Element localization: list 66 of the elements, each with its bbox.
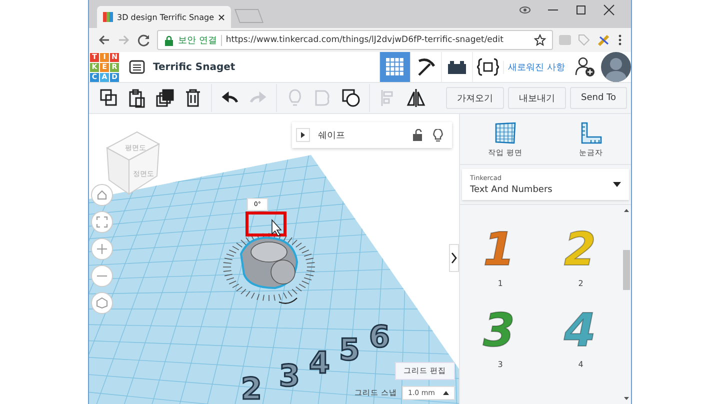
workplane-icon[interactable]: [493, 122, 518, 144]
address-bar[interactable]: 보안 연결 https://www.tinkercad.com/things/lJ2dvjwD6fP-terrific-snaget/edit: [157, 30, 553, 50]
security-label: 보안 연결: [178, 34, 217, 46]
chevron-icon: [451, 252, 457, 264]
home-icon: [96, 189, 108, 201]
back-icon[interactable]: [97, 33, 111, 47]
url-text: https://www.tinkercad.com/things/lJ2dvjwD6fP-terrific-snaget/edit: [226, 35, 504, 45]
caret-icon: [613, 182, 621, 187]
scroll-down-icon[interactable]: [624, 397, 628, 400]
number-object: 3: [279, 359, 300, 394]
number-model: 4: [564, 303, 596, 352]
whats-new-link[interactable]: 새로워진 사항: [503, 60, 569, 74]
shape-label: 2: [578, 279, 584, 288]
unlock-icon[interactable]: [412, 129, 424, 141]
shape-item[interactable]: 4 4: [540, 302, 621, 369]
add-user-icon[interactable]: [574, 56, 596, 78]
expand-button[interactable]: [296, 128, 310, 142]
maximize-icon[interactable]: [574, 3, 588, 17]
shape-item[interactable]: 1 1: [460, 221, 540, 288]
tab-title: 3D design Terrific Snage: [116, 12, 214, 22]
number-object: 5: [339, 333, 360, 368]
reload-icon[interactable]: [137, 33, 151, 47]
shape-item[interactable]: 2 2: [540, 221, 621, 288]
avatar[interactable]: [601, 52, 631, 82]
shape-label: 1: [498, 279, 503, 288]
scrollbar-thumb[interactable]: [622, 250, 630, 290]
browser-tab[interactable]: 3D design Terrific Snage: [97, 6, 231, 28]
menu-icon[interactable]: [617, 33, 623, 47]
collapse-panel-button[interactable]: [449, 244, 459, 272]
close-icon[interactable]: [602, 3, 616, 17]
view-cube: [106, 131, 160, 195]
list-icon[interactable]: [129, 60, 145, 74]
scroll-up-icon[interactable]: [624, 209, 628, 212]
close-tab-icon[interactable]: [218, 14, 225, 20]
shape-item[interactable]: 3 3: [460, 302, 540, 369]
cursor-icon: [272, 218, 282, 237]
lock-icon: [164, 34, 174, 46]
caret-icon: [443, 391, 449, 395]
design-title: Terrific Snaget: [153, 62, 236, 72]
shape-panel-title: 쉐이프: [318, 130, 345, 142]
shape-label: 3: [498, 360, 503, 369]
pickaxe-icon: [416, 57, 436, 77]
number-model: 3: [483, 303, 516, 352]
number-model: 1: [483, 222, 516, 271]
shape-label: 4: [578, 360, 584, 369]
triangle-icon: [300, 131, 306, 139]
die-object: [240, 236, 298, 289]
number-object: 2: [241, 372, 262, 404]
code-icon: [477, 58, 500, 76]
toolbar-button[interactable]: 가져오기: [446, 87, 504, 109]
number-object: 4: [309, 346, 330, 381]
favicon-icon: [103, 12, 113, 22]
toolbar-button[interactable]: Send To: [570, 87, 627, 109]
fit-icon: [96, 216, 108, 228]
toolbar-button[interactable]: 내보내기: [508, 87, 566, 109]
hexagon-icon: [96, 297, 108, 309]
bulb-icon[interactable]: [432, 128, 444, 142]
grid-icon: [386, 58, 404, 76]
highlight-frame: [246, 212, 286, 236]
ruler-icon[interactable]: [578, 122, 603, 144]
number-object: 6: [369, 320, 390, 355]
home-view-button[interactable]: [91, 184, 113, 206]
star-icon[interactable]: [534, 34, 546, 46]
brick-icon: [447, 60, 468, 74]
plus-icon: [96, 243, 108, 255]
number-model: 2: [564, 222, 596, 271]
